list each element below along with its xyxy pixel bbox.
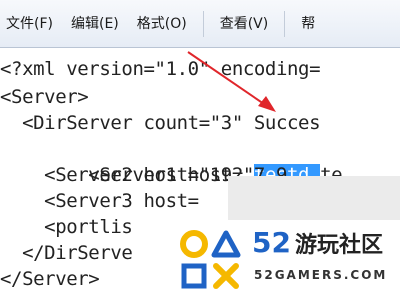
editor-line: </Server> — [0, 268, 100, 290]
watermark-logo: 52 游玩社区 52GAMERS.COM — [168, 220, 400, 300]
menu-file[interactable]: 文件(F) — [4, 9, 55, 39]
watermark-title: 52 游玩社区 — [252, 226, 383, 259]
menu-separator — [284, 10, 286, 37]
editor-line-server1: <Server1 host="testd.te — [0, 136, 343, 186]
watermark-url: 52GAMERS.COM — [254, 268, 388, 282]
menu-edit[interactable]: 编辑(E) — [69, 9, 121, 39]
menu-separator — [202, 10, 204, 37]
menu-format[interactable]: 格式(O) — [135, 9, 189, 39]
editor-line: <DirServer count="3" Succes — [0, 112, 321, 134]
brand-number: 52 — [252, 226, 291, 259]
editor-line: <?xml version="1.0" encoding= — [0, 58, 321, 80]
editor-line: <portlis — [0, 216, 133, 238]
menu-view[interactable]: 查看(V) — [218, 9, 271, 39]
editor-line: <Server> — [0, 86, 89, 108]
editor-line: <Server3 host= — [0, 190, 199, 212]
brand-name: 游玩社区 — [294, 233, 383, 258]
redaction-block — [228, 176, 400, 220]
menu-help[interactable]: 帮 — [299, 9, 317, 39]
game-buttons-icon — [180, 230, 241, 289]
editor-line: </DirServe — [0, 242, 133, 264]
menu-bar: 文件(F) 编辑(E) 格式(O) 查看(V) 帮 — [0, 0, 400, 48]
